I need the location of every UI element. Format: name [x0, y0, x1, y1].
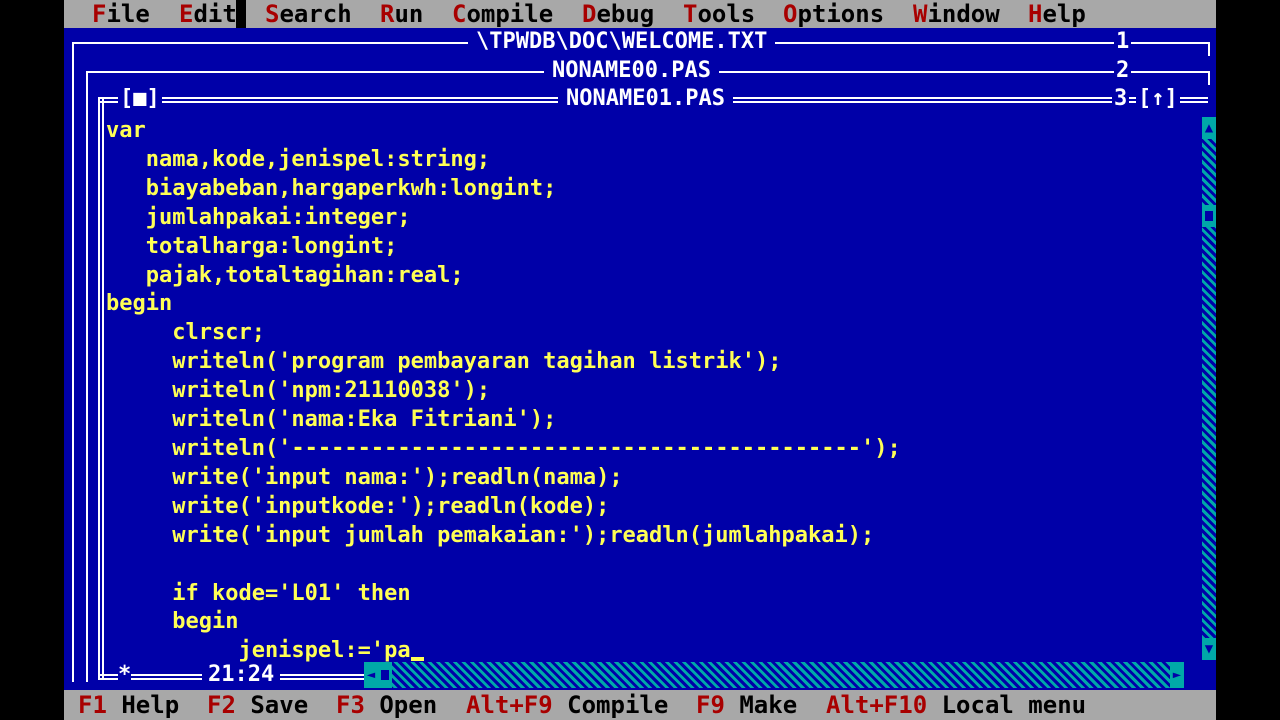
window-2-title[interactable]: NONAME00.PAS [544, 58, 719, 84]
window-1-title[interactable]: \TPWDB\DOC\WELCOME.TXT [468, 29, 776, 55]
window-3-title[interactable]: NONAME01.PAS [558, 86, 733, 112]
menu-options[interactable]: Options [783, 0, 884, 28]
window-1-frame-right [1208, 42, 1210, 56]
code-line: writeln('program pembayaran tagihan list… [106, 349, 782, 375]
cursor-position: 21:24 [202, 662, 281, 688]
status-open[interactable]: F3 Open [336, 690, 437, 720]
menu-bar: File Edit Search Run Compile Debug Tools… [64, 0, 1216, 28]
window-2-frame-left [86, 71, 88, 682]
scroll-down-icon[interactable]: ▼ [1202, 638, 1216, 660]
menu-window[interactable]: Window [913, 0, 1000, 28]
window-3-frame-left [98, 97, 104, 680]
modified-indicator: * [118, 662, 132, 688]
menu-run[interactable]: Run [380, 0, 423, 28]
horizontal-scroll-thumb[interactable] [378, 662, 392, 688]
code-line: writeln('-------------------------------… [106, 435, 901, 461]
status-save[interactable]: F2 Save [207, 690, 308, 720]
vertical-scroll-thumb[interactable] [1202, 205, 1216, 227]
close-button[interactable]: [■] [118, 86, 162, 112]
text-cursor [410, 657, 424, 662]
status-compile[interactable]: Alt+F9 Compile [466, 690, 668, 720]
menu-tools[interactable]: Tools [683, 0, 755, 28]
menu-help[interactable]: Help [1028, 0, 1086, 28]
source-code[interactable]: var nama,kode,jenispel:string; biayabeba… [106, 117, 901, 666]
code-line: nama,kode,jenispel:string; [106, 146, 491, 172]
menu-compile[interactable]: Compile [452, 0, 553, 28]
code-line: write('input nama:');readln(nama); [106, 464, 623, 490]
vertical-scrollbar[interactable]: ▲ ▼ [1202, 117, 1216, 660]
status-help[interactable]: F1 Help [78, 690, 179, 720]
menu-search[interactable]: Search [265, 0, 352, 28]
status-make[interactable]: F9 Make [696, 690, 797, 720]
code-line: clrscr; [106, 320, 265, 346]
code-line: write('inputkode:');readln(kode); [106, 493, 610, 519]
zoom-button[interactable]: [↑] [1136, 86, 1180, 112]
code-line: if kode='L01' then [106, 580, 411, 606]
code-editor[interactable]: var nama,kode,jenispel:string; biayabeba… [106, 117, 1200, 663]
status-local-menu[interactable]: Alt+F10 Local menu [826, 690, 1086, 720]
code-line: totalharga:longint; [106, 233, 398, 259]
menu-debug[interactable]: Debug [582, 0, 654, 28]
code-line: jumlahpakai:integer; [106, 204, 411, 230]
menu-file[interactable]: File [92, 0, 150, 28]
window-2-frame-right [1208, 71, 1210, 85]
window-1-number[interactable]: 1 [1114, 29, 1132, 55]
menu-cursor [236, 0, 246, 28]
menu-edit[interactable]: Edit [179, 0, 237, 28]
code-line: writeln('nama:Eka Fitriani'); [106, 407, 557, 433]
scroll-up-icon[interactable]: ▲ [1202, 117, 1216, 139]
horizontal-scrollbar[interactable]: ◄ ► [364, 662, 1184, 688]
code-line: var [106, 118, 146, 143]
code-line: begin [106, 291, 173, 317]
code-line: begin [106, 609, 239, 635]
window-2-number[interactable]: 2 [1114, 58, 1132, 84]
scroll-right-icon[interactable]: ► [1170, 662, 1184, 688]
code-line: pajak,totaltagihan:real; [106, 262, 464, 288]
code-line: write('input jumlah pemakaian:');readln(… [106, 522, 875, 548]
scroll-left-icon[interactable]: ◄ [364, 662, 378, 688]
window-3-number[interactable]: 3 [1112, 86, 1130, 112]
code-line: writeln('npm:21110038'); [106, 378, 491, 404]
code-line: biayabeban,hargaperkwh:longint; [106, 175, 557, 201]
code-line: jenispel:='pa [106, 638, 411, 664]
window-1-frame-left [72, 42, 74, 682]
turbo-pascal-ide: File Edit Search Run Compile Debug Tools… [64, 0, 1216, 720]
status-bar: F1 Help F2 Save F3 Open Alt+F9 Compile F… [64, 690, 1216, 720]
